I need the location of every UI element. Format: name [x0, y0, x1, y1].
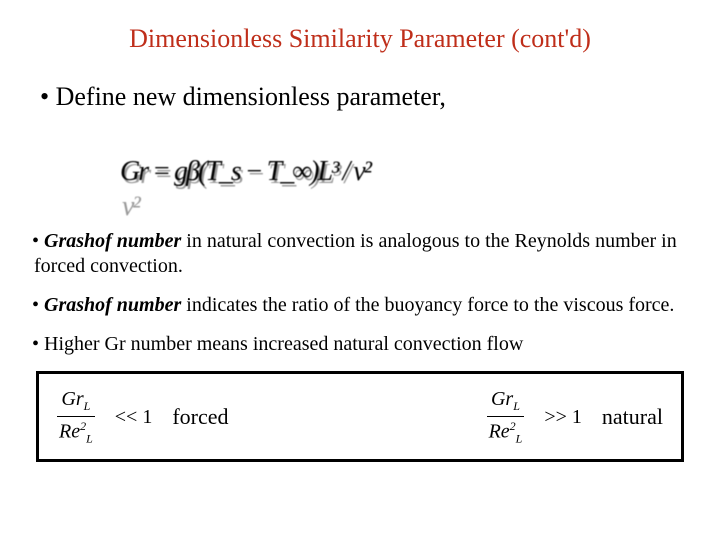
paragraph-buoyancy-viscous: Grashof number indicates the ratio of th…: [34, 293, 686, 318]
forced-num-sub: L: [84, 399, 91, 413]
forced-den-main: Re: [59, 421, 80, 443]
natural-num-main: Gr: [491, 388, 513, 410]
forced-num-main: Gr: [61, 388, 83, 410]
forced-label: forced: [172, 404, 228, 430]
paragraph-grashof-reynolds: Grashof number in natural convection is …: [34, 229, 686, 279]
natural-den-sub: L: [516, 432, 523, 446]
natural-block: GrL Re2L >> 1 natural: [487, 388, 663, 447]
natural-label: natural: [602, 404, 663, 430]
formula-text: Gr = gβ(T_s − T_∞)L³ / ν²: [120, 156, 370, 188]
slide-title: Dimensionless Similarity Parameter (cont…: [30, 24, 690, 54]
lead-bullet: Define new dimensionless parameter,: [40, 82, 690, 112]
grashof-emph-1: Grashof number: [44, 230, 181, 252]
comparison-box: GrL Re2L << 1 forced GrL Re2L >> 1 natur…: [36, 371, 684, 462]
natural-den-main: Re: [489, 421, 510, 443]
natural-num-sub: L: [513, 399, 520, 413]
natural-fraction: GrL Re2L: [487, 388, 525, 447]
forced-block: GrL Re2L << 1 forced: [57, 388, 229, 447]
para2-body: indicates the ratio of the buoyancy forc…: [181, 294, 674, 316]
paragraph-higher-gr: Higher Gr number means increased natural…: [34, 332, 686, 357]
grashof-emph-2: Grashof number: [44, 294, 181, 316]
forced-comparator: << 1: [115, 406, 153, 429]
forced-den-sub: L: [86, 432, 93, 446]
grashof-formula: Gr = gβ(T_s − T_∞)L³ / ν² Gr = gβ(T_s − …: [30, 124, 690, 219]
forced-fraction: GrL Re2L: [57, 388, 95, 447]
natural-comparator: >> 1: [544, 406, 582, 429]
